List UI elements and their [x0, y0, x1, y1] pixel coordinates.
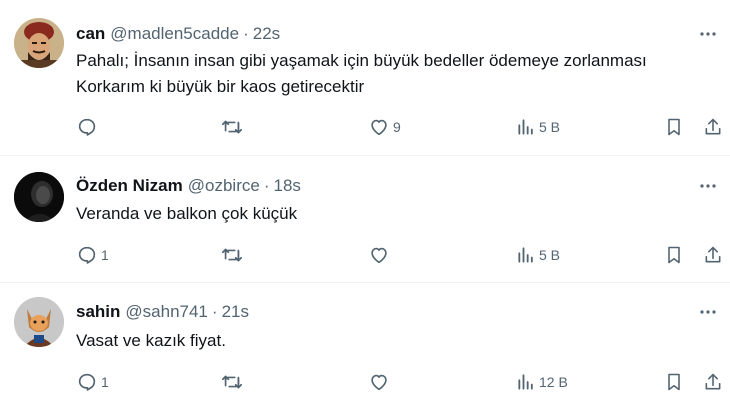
tweet-1[interactable]: can @madlen5cadde · 22s Pahalı; İnsanın … [0, 0, 730, 152]
avatar[interactable] [14, 18, 64, 68]
tweet-text: Vasat ve kazık fiyat. [76, 328, 226, 354]
avatar[interactable] [14, 172, 64, 222]
like-icon [371, 247, 387, 264]
retweet-icon [222, 375, 242, 389]
view-count: 12 B [539, 374, 568, 390]
bookmark-icon [668, 118, 680, 136]
more-button[interactable] [696, 174, 720, 198]
tweet-text-line: Korkarım ki büyük bir kaos getirecektir [76, 77, 365, 96]
retweet-icon [222, 120, 242, 134]
tweet-header: Özden Nizam @ozbirce · 18s [76, 174, 301, 198]
tweet-text: Pahalı; İnsanın insan gibi yaşamak için … [76, 48, 647, 100]
tweet-2[interactable]: Özden Nizam @ozbirce · 18s Veranda ve ba… [0, 156, 730, 284]
tweet-text-line: Pahalı; İnsanın insan gibi yaşamak için … [76, 51, 647, 70]
user-handle[interactable]: @sahn741 [125, 302, 208, 322]
user-handle[interactable]: @madlen5cadde [110, 24, 239, 44]
avatar[interactable] [14, 297, 64, 347]
bookmark-button[interactable] [664, 243, 684, 267]
views-icon [518, 247, 533, 263]
reply-count: 1 [101, 374, 109, 390]
tweet-header: sahin @sahn741 · 21s [76, 300, 249, 324]
separator-dot: · [211, 302, 218, 321]
reply-button[interactable] [76, 115, 101, 139]
like-icon [371, 119, 387, 136]
avatar-portrait [14, 297, 64, 347]
views-icon [518, 119, 533, 135]
bookmark-icon [668, 373, 680, 391]
more-icon [700, 184, 716, 188]
like-count: 9 [393, 119, 401, 135]
reply-icon [78, 118, 96, 136]
display-name[interactable]: sahin [76, 302, 120, 322]
views-icon [518, 374, 533, 390]
views-button[interactable]: 5 B [516, 115, 560, 139]
retweet-icon [222, 248, 242, 262]
tweet-text-line: Veranda ve balkon çok küçük [76, 204, 298, 223]
share-icon [705, 246, 721, 263]
tweet-text: Veranda ve balkon çok küçük [76, 201, 297, 227]
retweet-button[interactable] [220, 115, 244, 139]
like-button[interactable]: 9 [368, 115, 401, 139]
bookmark-button[interactable] [664, 115, 684, 139]
tweet-header: can @madlen5cadde · 22s [76, 22, 280, 46]
separator-dot: · [263, 176, 270, 195]
bookmark-button[interactable] [664, 370, 684, 394]
like-button[interactable] [368, 370, 393, 394]
more-button[interactable] [696, 300, 720, 324]
avatar-portrait [14, 172, 64, 222]
share-button[interactable] [703, 243, 723, 267]
view-count: 5 B [539, 247, 561, 263]
share-icon [705, 118, 721, 135]
timestamp[interactable]: 21s [222, 302, 249, 322]
user-handle[interactable]: @ozbirce [188, 176, 260, 196]
share-button[interactable] [703, 370, 723, 394]
share-button[interactable] [703, 115, 723, 139]
more-button[interactable] [696, 22, 720, 46]
reply-button[interactable]: 1 [76, 243, 109, 267]
retweet-button[interactable] [220, 370, 244, 394]
share-icon [705, 373, 721, 390]
avatar-portrait [14, 18, 64, 68]
reply-button[interactable]: 1 [76, 370, 109, 394]
views-button[interactable]: 5 B [516, 243, 560, 267]
like-button[interactable] [368, 243, 393, 267]
timestamp[interactable]: 22s [253, 24, 280, 44]
timestamp[interactable]: 18s [273, 176, 300, 196]
display-name[interactable]: Özden Nizam [76, 176, 183, 196]
reply-icon [78, 246, 96, 264]
bookmark-icon [668, 246, 680, 264]
view-count: 5 B [539, 119, 561, 135]
display-name[interactable]: can [76, 24, 105, 44]
tweet-3[interactable]: sahin @sahn741 · 21s Vasat ve kazık fiya… [0, 283, 730, 420]
separator-dot: · [243, 24, 249, 43]
reply-icon [78, 373, 96, 391]
retweet-button[interactable] [220, 243, 244, 267]
tweet-text-line: Vasat ve kazık fiyat. [76, 331, 226, 350]
more-icon [700, 32, 716, 36]
more-icon [700, 310, 716, 314]
reply-count: 1 [101, 247, 109, 263]
views-button[interactable]: 12 B [516, 370, 568, 394]
like-icon [371, 374, 387, 391]
